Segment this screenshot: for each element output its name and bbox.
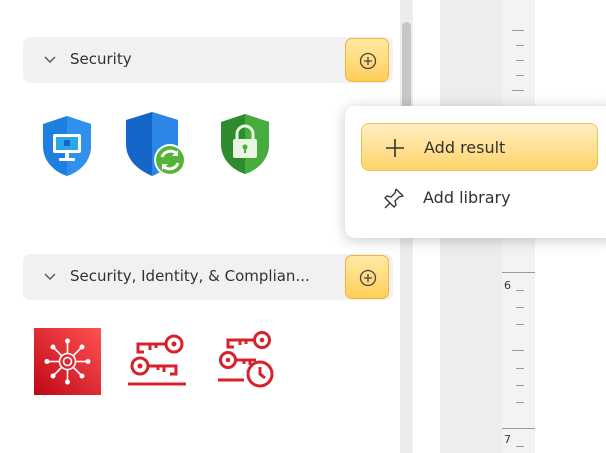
azure-shield-refresh-icon[interactable]: [124, 110, 188, 180]
ruler-tick: [516, 290, 524, 291]
ruler-tick: [516, 368, 524, 369]
add-context-menu: Add result Add library: [345, 106, 606, 238]
scrollbar-thumb[interactable]: [402, 22, 411, 118]
ruler-tick: [516, 385, 524, 386]
chevron-down-icon[interactable]: [42, 269, 58, 285]
ruler-tick: [512, 90, 524, 91]
section-title: Security: [70, 50, 132, 68]
ruler-tick: [516, 75, 524, 76]
aws-security-hub-icon[interactable]: [34, 328, 101, 395]
ruler-tick: [516, 45, 524, 46]
ruler-tick: [516, 446, 524, 447]
pin-icon: [384, 188, 404, 209]
section-title: Security, Identity, & Complian...: [70, 267, 310, 285]
plus-circle-icon: [359, 52, 377, 70]
ruler-label: 7: [504, 433, 511, 446]
plus-circle-icon: [359, 269, 377, 287]
green-lock-shield-icon[interactable]: [217, 112, 273, 176]
ruler-major-tick: [502, 428, 535, 429]
ruler-tick: [516, 402, 524, 403]
ruler-major-tick: [502, 272, 535, 273]
add-shape-button[interactable]: [345, 255, 389, 299]
ruler-tick: [516, 60, 524, 61]
add-shape-button[interactable]: [345, 38, 389, 82]
plus-icon: [386, 139, 404, 157]
menu-item-label: Add library: [423, 188, 511, 207]
section-header-security[interactable]: Security: [23, 37, 393, 83]
chevron-down-icon[interactable]: [42, 52, 58, 68]
ruler-tick: [516, 307, 524, 308]
aws-key-management-icon[interactable]: [124, 330, 190, 390]
section-header-security-identity-compliance[interactable]: Security, Identity, & Complian...: [23, 254, 393, 300]
ruler-tick: [512, 30, 524, 31]
aws-secrets-rotation-keys-icon[interactable]: [214, 328, 280, 392]
menu-item-add-library[interactable]: Add library: [361, 174, 598, 222]
azure-defender-monitor-shield-icon[interactable]: [39, 114, 95, 178]
menu-item-label: Add result: [424, 138, 506, 157]
ruler-tick: [516, 324, 524, 325]
ruler-label: 6: [504, 279, 511, 292]
ruler-tick: [512, 350, 524, 351]
menu-item-add-result[interactable]: Add result: [361, 123, 598, 171]
